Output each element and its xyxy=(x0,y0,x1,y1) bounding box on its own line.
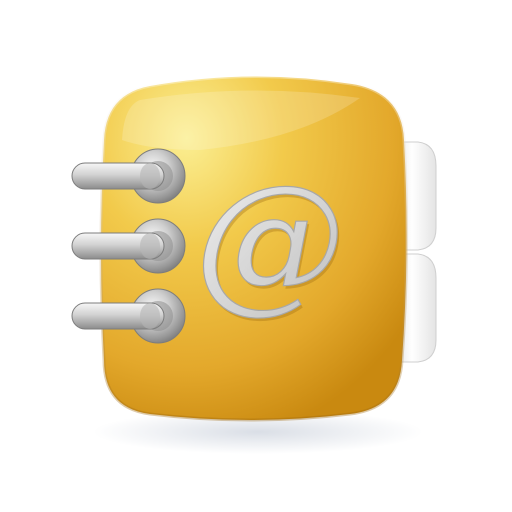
app-icon: @ @ xyxy=(0,0,512,512)
address-book-icon: @ @ xyxy=(71,74,437,454)
at-sign-glyph: @ xyxy=(195,154,345,328)
at-sign-icon: @ @ xyxy=(194,153,347,331)
binder-rings xyxy=(71,148,186,344)
